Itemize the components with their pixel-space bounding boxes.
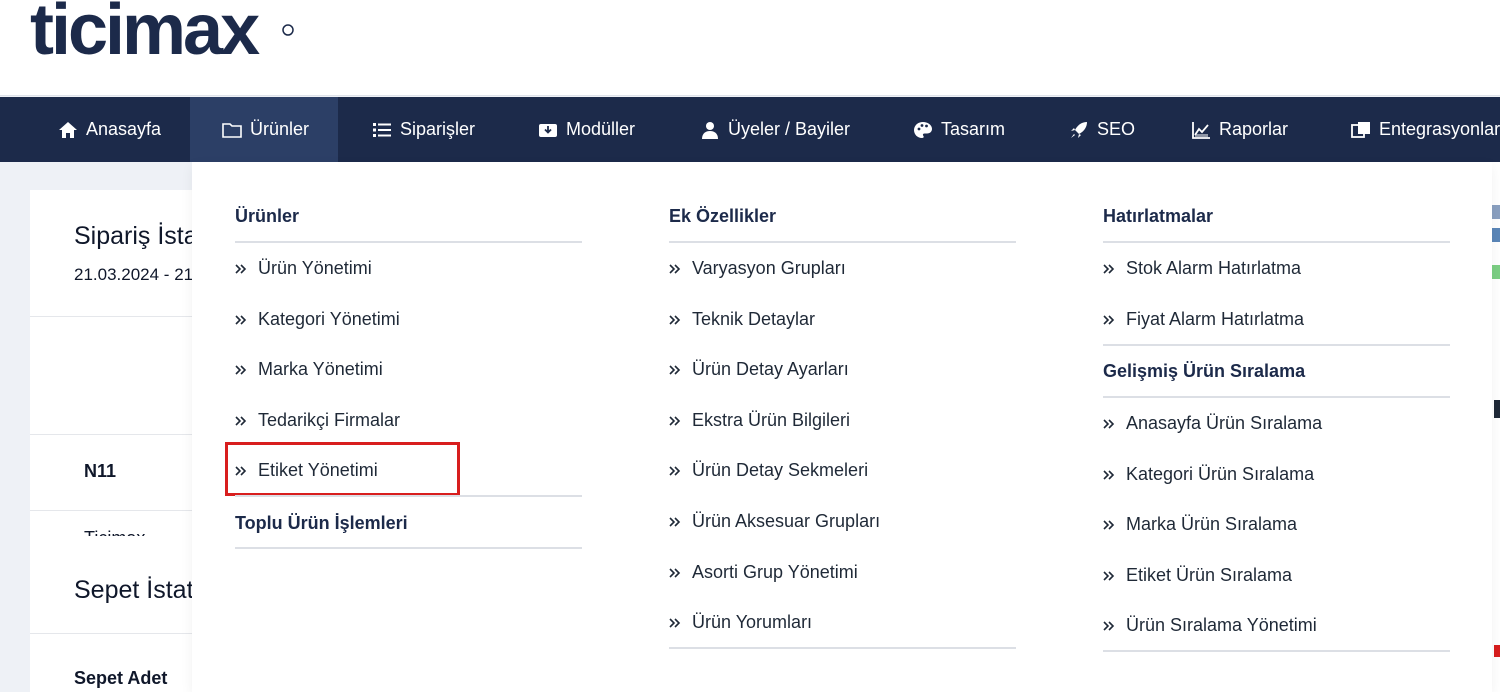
highlight-box (225, 442, 460, 496)
nav-uyeler[interactable]: Üyeler / Bayiler (692, 97, 858, 162)
double-chevron-right-icon (1103, 263, 1115, 275)
double-chevron-right-icon (669, 465, 681, 477)
nav-label: Anasayfa (86, 119, 162, 139)
double-chevron-right-icon (1103, 570, 1115, 582)
section-divider (235, 241, 582, 243)
menu-section-toplu-urun-islemleri[interactable]: Toplu Ürün İşlemleri (235, 513, 408, 534)
section-divider (669, 647, 1016, 649)
chart-icon (1191, 120, 1211, 140)
nav-label: Üyeler / Bayiler (728, 119, 851, 139)
clone-icon (1351, 120, 1371, 140)
section-divider (235, 495, 582, 497)
row-label-cut: Ticimax Web (84, 528, 184, 536)
double-chevron-right-icon (669, 415, 681, 427)
folder-icon (222, 120, 242, 140)
nav-label: Modüller (566, 119, 636, 139)
menu-section-gelismis-urun-siralama: Gelişmiş Ürün Sıralama (1103, 361, 1306, 381)
menu-item-asorti-grup-yonetimi[interactable]: Asorti Grup Yönetimi (669, 562, 858, 583)
divider (30, 434, 192, 435)
nav-seo[interactable]: SEO (1061, 97, 1143, 162)
menu-item-anasayfa-urun-siralama[interactable]: Anasayfa Ürün Sıralama (1103, 413, 1322, 434)
menu-item-urun-detay-sekmeleri[interactable]: Ürün Detay Sekmeleri (669, 460, 868, 481)
nav-moduller[interactable]: Modüller (530, 97, 643, 162)
double-chevron-right-icon (235, 415, 247, 427)
double-chevron-right-icon (235, 263, 247, 275)
menu-section-hatirlatmalar: Hatırlatmalar (1103, 206, 1214, 226)
menu-item-urun-aksesuar-gruplari[interactable]: Ürün Aksesuar Grupları (669, 511, 880, 532)
nav-entegrasyonlar[interactable]: Entegrasyonlar (1343, 97, 1500, 162)
main-nav: Anasayfa Ürünler Siparişler Modüller Üye… (0, 97, 1500, 162)
palette-icon (913, 120, 933, 140)
menu-item-varyasyon-gruplari[interactable]: Varyasyon Grupları (669, 258, 846, 279)
edge-fragment (1492, 228, 1500, 242)
menu-item-marka-yonetimi[interactable]: Marka Yönetimi (235, 359, 383, 380)
edge-fragment (1492, 265, 1500, 279)
nav-label: SEO (1097, 119, 1136, 139)
nav-siparisler[interactable]: Siparişler (364, 97, 483, 162)
double-chevron-right-icon (235, 364, 247, 376)
home-icon (58, 120, 78, 140)
double-chevron-right-icon (669, 617, 681, 629)
top-header: ticimax (0, 0, 1500, 96)
rocket-icon (1069, 120, 1089, 140)
double-chevron-right-icon (669, 314, 681, 326)
double-chevron-right-icon (1103, 314, 1115, 326)
section-divider (1103, 344, 1450, 346)
nav-label: Raporlar (1219, 119, 1289, 139)
edge-fragment (1494, 400, 1500, 418)
divider (30, 316, 192, 317)
nav-label: Entegrasyonlar (1379, 119, 1500, 139)
list-icon (372, 120, 392, 140)
menu-item-stok-alarm-hatirlatma[interactable]: Stok Alarm Hatırlatma (1103, 258, 1301, 279)
double-chevron-right-icon (669, 516, 681, 528)
inbox-icon (538, 120, 558, 140)
svg-text:ticimax: ticimax (30, 0, 260, 68)
nav-label: Siparişler (400, 119, 476, 139)
section-divider (235, 547, 582, 549)
divider (30, 510, 192, 511)
ticimax-logo[interactable]: ticimax (30, 0, 295, 68)
double-chevron-right-icon (1103, 620, 1115, 632)
section-divider (669, 241, 1016, 243)
menu-item-urun-detay-ayarlari[interactable]: Ürün Detay Ayarları (669, 359, 849, 380)
menu-item-marka-urun-siralama[interactable]: Marka Ürün Sıralama (1103, 514, 1297, 535)
menu-item-ekstra-urun-bilgileri[interactable]: Ekstra Ürün Bilgileri (669, 410, 850, 431)
menu-item-urun-yonetimi[interactable]: Ürün Yönetimi (235, 258, 372, 279)
user-icon (700, 120, 720, 140)
sepet-adet-label: Sepet Adet (74, 668, 168, 688)
nav-urunler[interactable]: Ürünler (190, 97, 338, 162)
row-label-n11: N11 (84, 461, 117, 481)
menu-item-kategori-yonetimi[interactable]: Kategori Yönetimi (235, 309, 400, 330)
nav-label: Ürünler (250, 119, 310, 139)
double-chevron-right-icon (669, 567, 681, 579)
menu-item-urun-yorumlari[interactable]: Ürün Yorumları (669, 612, 812, 633)
menu-section-urunler: Ürünler (235, 206, 300, 226)
menu-item-tedarikci-firmalar[interactable]: Tedarikçi Firmalar (235, 410, 400, 431)
divider (30, 633, 192, 634)
nav-raporlar[interactable]: Raporlar (1183, 97, 1296, 162)
menu-item-urun-siralama-yonetimi[interactable]: Ürün Sıralama Yönetimi (1103, 615, 1317, 636)
section-divider (1103, 650, 1450, 652)
menu-item-fiyat-alarm-hatirlatma[interactable]: Fiyat Alarm Hatırlatma (1103, 309, 1304, 330)
menu-item-teknik-detaylar[interactable]: Teknik Detaylar (669, 309, 815, 330)
menu-item-etiket-urun-siralama[interactable]: Etiket Ürün Sıralama (1103, 565, 1292, 586)
double-chevron-right-icon (1103, 519, 1115, 531)
nav-tasarim[interactable]: Tasarım (905, 97, 1013, 162)
menu-section-ek-ozellikler: Ek Özellikler (669, 206, 777, 226)
nav-label: Tasarım (941, 119, 1006, 139)
double-chevron-right-icon (669, 263, 681, 275)
double-chevron-right-icon (669, 364, 681, 376)
nav-anasayfa[interactable]: Anasayfa (50, 97, 169, 162)
menu-item-kategori-urun-siralama[interactable]: Kategori Ürün Sıralama (1103, 464, 1314, 485)
double-chevron-right-icon (1103, 469, 1115, 481)
edge-fragment (1492, 205, 1500, 219)
section-divider (1103, 241, 1450, 243)
double-chevron-right-icon (1103, 418, 1115, 430)
section-divider (1103, 396, 1450, 398)
double-chevron-right-icon (235, 314, 247, 326)
edge-fragment (1494, 645, 1500, 657)
